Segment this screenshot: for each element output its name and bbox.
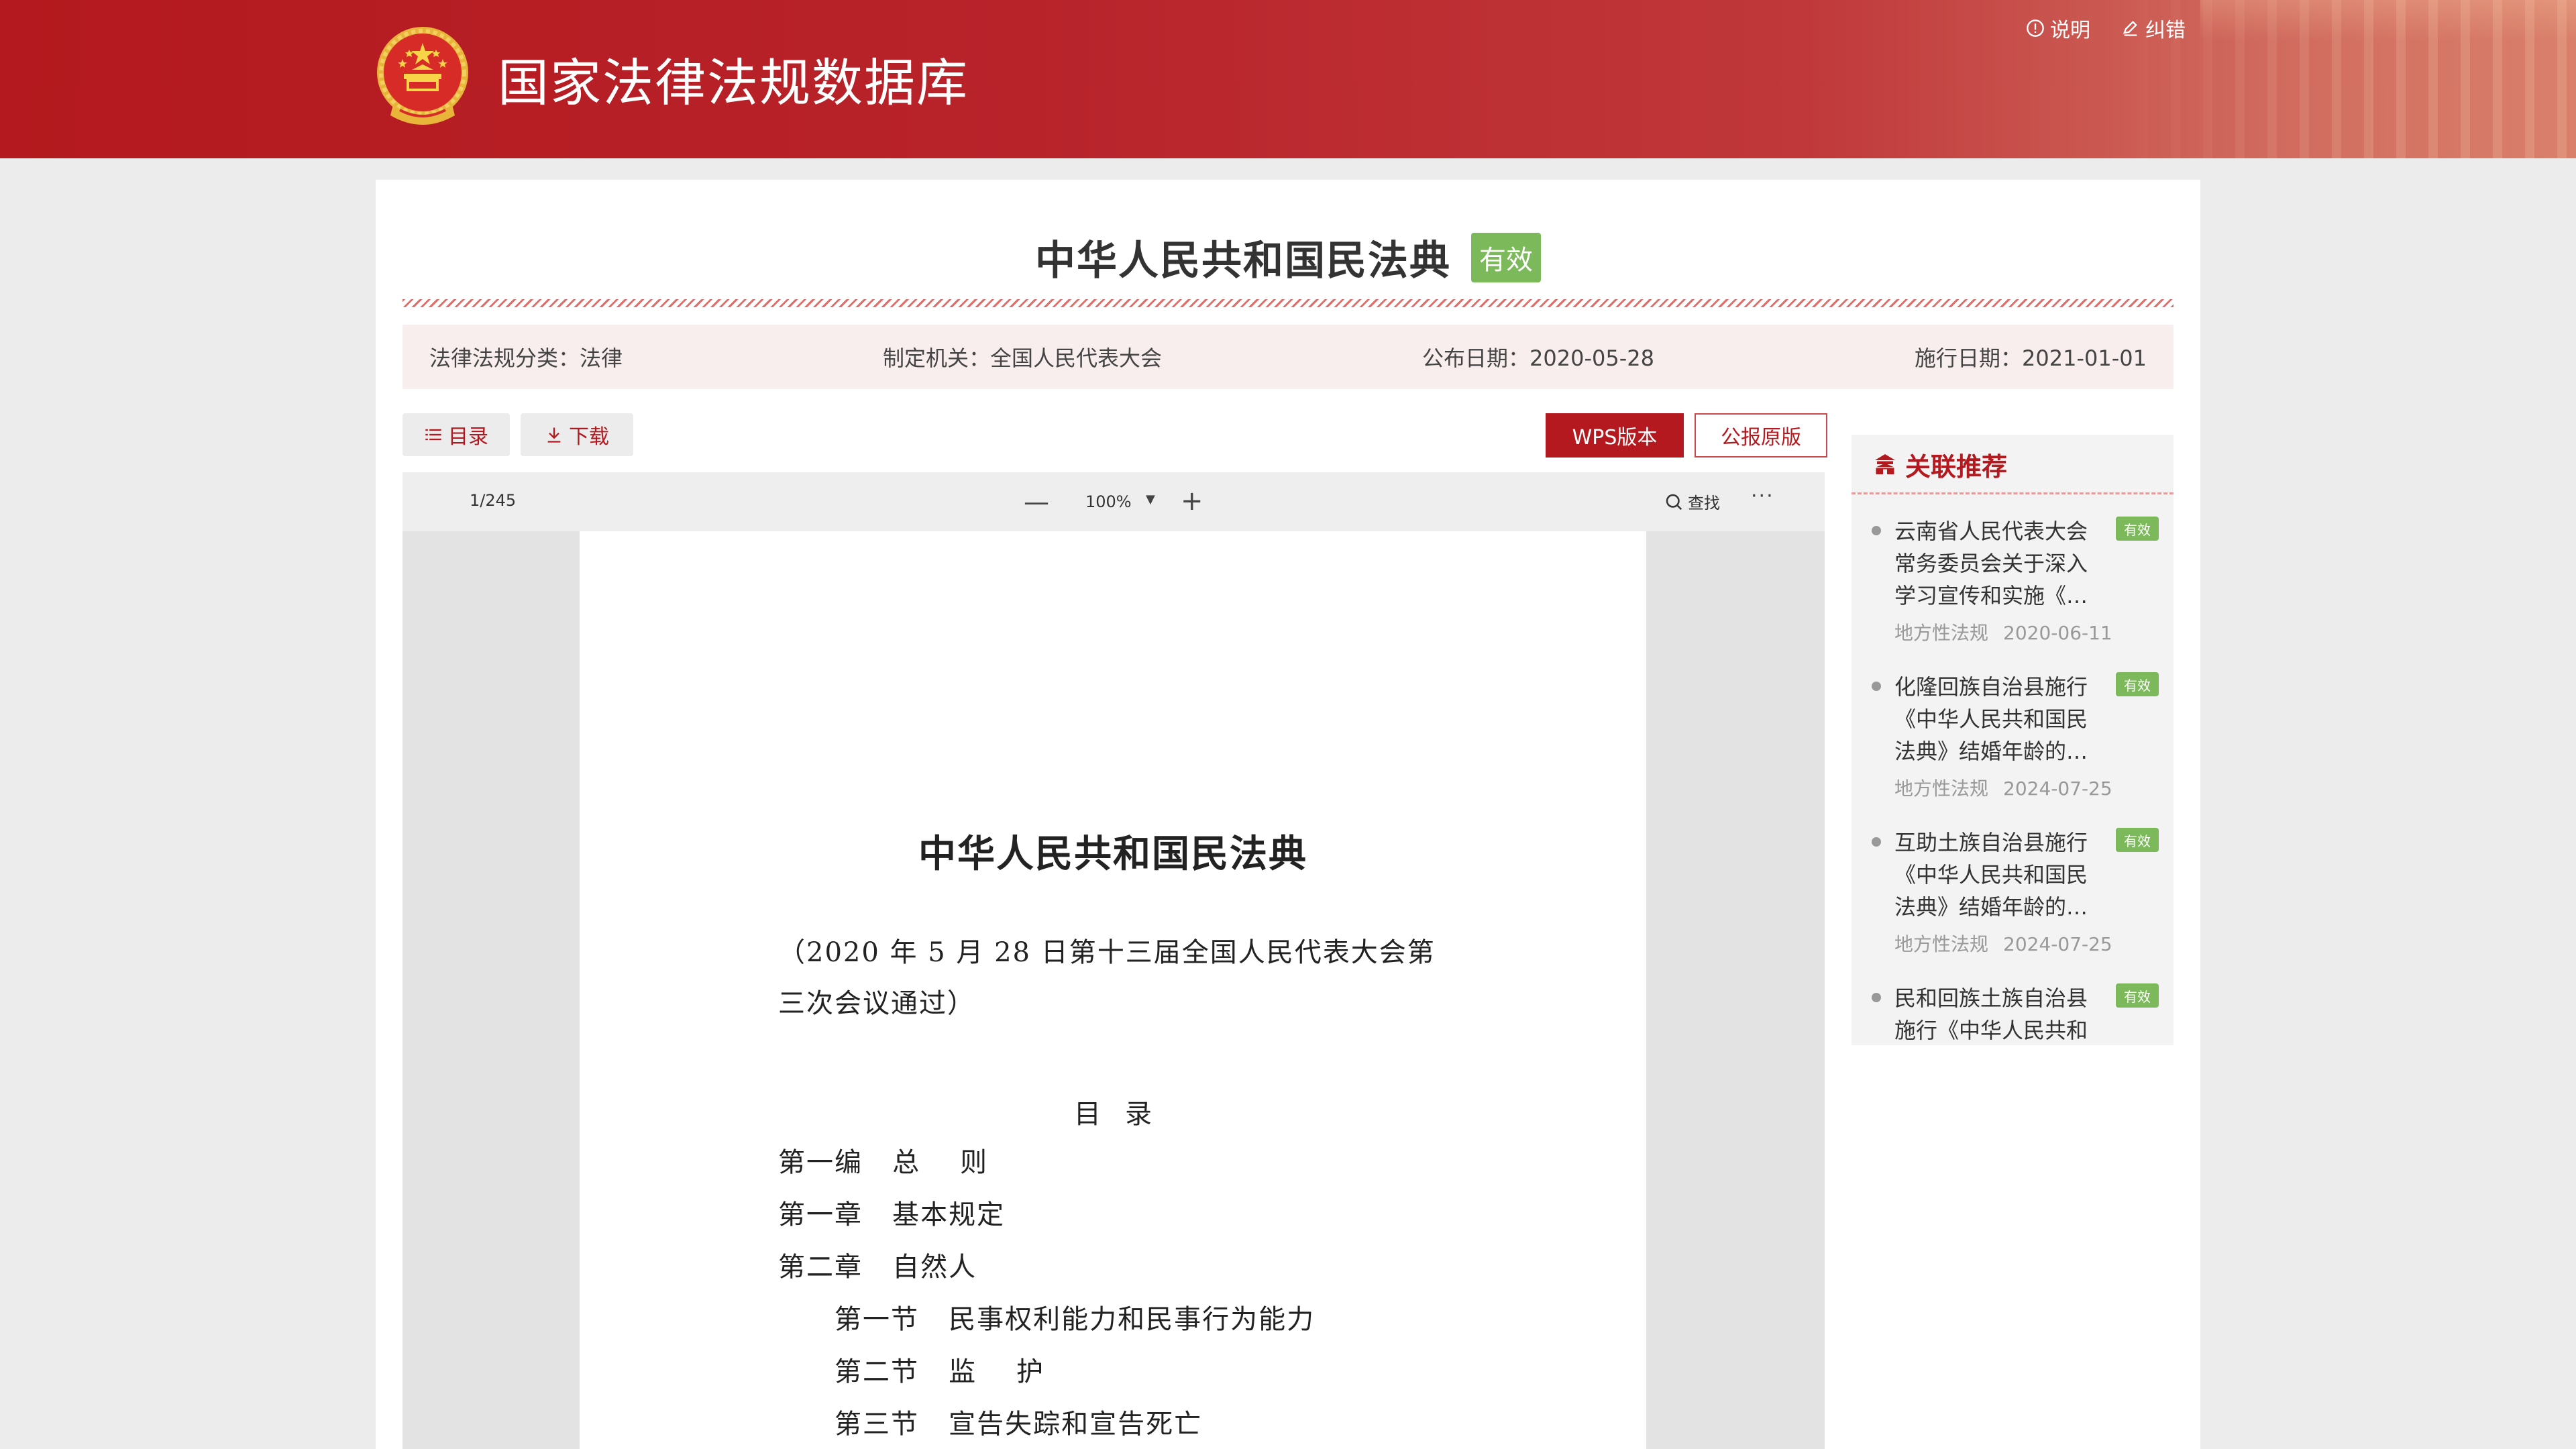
related-item-title[interactable]: 云南省人民代表大会常务委员会关于深入学习宣传和实施《… — [1894, 515, 2102, 612]
national-emblem-icon[interactable] — [373, 24, 472, 131]
bullet-icon — [1872, 837, 1881, 847]
find-button-label: 查找 — [1688, 494, 1720, 513]
document-page: 中华人民共和国民法典 （2020 年 5 月 28 日第十三届全国人民代表大会第… — [580, 531, 1646, 1449]
related-heading: 关联推荐 — [1851, 435, 2174, 494]
related-item-date: 2020-06-11 — [2003, 622, 2112, 644]
related-recommendations-panel: 关联推荐 云南省人民代表大会常务委员会关于深入学习宣传和实施《… 有效 地方性法… — [1851, 435, 2174, 1045]
toc-line: 第二节 监 护 — [835, 1356, 1045, 1387]
related-item-category: 地方性法规 — [1894, 777, 1989, 800]
help-link[interactable]: 说明 — [2026, 13, 2090, 43]
related-item-title[interactable]: 互助土族自治县施行《中华人民共和国民法典》结婚年龄的… — [1894, 826, 2102, 923]
toc-button-label: 目录 — [448, 425, 488, 449]
download-button[interactable]: 下载 — [521, 413, 633, 456]
meta-authority: 制定机关：全国人民代表大会 — [883, 345, 1163, 371]
related-item-title[interactable]: 化隆回族自治县施行《中华人民共和国民法典》结婚年龄的… — [1894, 671, 2102, 767]
meta-effective-date: 施行日期：2021-01-01 — [1915, 345, 2147, 371]
title-divider — [402, 299, 2174, 307]
status-badge: 有效 — [2116, 983, 2159, 1008]
status-badge: 有效 — [2116, 828, 2159, 852]
toc-line: 第一节 民事权利能力和民事行为能力 — [835, 1304, 1316, 1335]
meta-category: 法律法规分类：法律 — [429, 345, 623, 371]
adoption-note: （2020 年 5 月 28 日第十三届全国人民代表大会第三次会议通过） — [778, 937, 1436, 1019]
related-item-date: 2024-07-25 — [2003, 777, 2112, 800]
page-indicator: 1/245 — [470, 491, 517, 510]
status-badge: 有效 — [1471, 232, 1541, 282]
status-badge: 有效 — [2116, 672, 2159, 696]
related-item-title[interactable]: 民和回族土族自治县施行《中华人民共和 — [1894, 982, 2102, 1045]
related-item[interactable]: 民和回族土族自治县施行《中华人民共和 有效 — [1851, 978, 2174, 1045]
info-circle-icon — [2027, 19, 2044, 37]
toc-button[interactable]: 目录 — [402, 413, 510, 456]
related-heading-label: 关联推荐 — [1905, 451, 2008, 482]
download-icon — [547, 427, 561, 443]
meta-publish-date: 公布日期：2020-05-28 — [1422, 345, 1655, 371]
viewer-toolbar: 1/245 — 100% ▼ + 查找 ··· — [402, 472, 1825, 531]
edit-icon — [2123, 21, 2137, 36]
bullet-icon — [1872, 682, 1881, 691]
related-item-category: 地方性法规 — [1894, 933, 1989, 955]
bullet-icon — [1872, 993, 1881, 1002]
document-card: 中华人民共和国民法典 有效 法律法规分类：法律 制定机关：全国人民代表大会 公布… — [376, 180, 2200, 1449]
toc-line: 第一编 总 则 — [778, 1147, 989, 1178]
status-badge: 有效 — [2116, 517, 2159, 541]
report-error-link-label: 纠错 — [2145, 19, 2186, 42]
document-title: 中华人民共和国民法典 — [1035, 237, 1451, 284]
zoom-dropdown-icon[interactable]: ▼ — [1146, 492, 1155, 506]
building-roof-decoration — [2200, 0, 2576, 40]
pdf-viewer[interactable]: 1/245 — 100% ▼ + 查找 ··· 中华人民共和国民法典 （2020… — [402, 472, 1825, 1449]
site-header: 国家法律法规数据库 说明 纠错 — [0, 0, 2576, 158]
tiananmen-icon — [1875, 454, 1895, 474]
toc-heading: 目录 — [1074, 1099, 1176, 1130]
more-options-button[interactable]: ··· — [1751, 484, 1774, 508]
related-item-date: 2024-07-25 — [2003, 933, 2112, 955]
download-button-label: 下载 — [569, 425, 609, 449]
related-item-category: 地方性法规 — [1894, 622, 1989, 644]
page-title: 中华人民共和国民法典 — [918, 832, 1307, 876]
search-icon — [1666, 494, 1682, 510]
gazette-original-button[interactable]: 公报原版 — [1695, 413, 1827, 458]
find-button[interactable]: 查找 — [1664, 490, 1720, 513]
help-link-label: 说明 — [2050, 19, 2090, 42]
toc-line: 第三节 宣告失踪和宣告死亡 — [835, 1409, 1203, 1440]
related-item[interactable]: 互助土族自治县施行《中华人民共和国民法典》结婚年龄的… 有效 地方性法规 2024… — [1851, 822, 2174, 978]
wps-version-button[interactable]: WPS版本 — [1546, 413, 1684, 458]
site-title[interactable]: 国家法律法规数据库 — [498, 42, 969, 115]
related-item[interactable]: 化隆回族自治县施行《中华人民共和国民法典》结婚年龄的… 有效 地方性法规 2024… — [1851, 667, 2174, 822]
related-item-meta: 地方性法规 2024-07-25 — [1894, 930, 2112, 957]
list-icon — [425, 429, 441, 441]
related-divider — [1851, 492, 2174, 494]
zoom-in-button[interactable]: + — [1181, 486, 1203, 517]
document-title-row: 中华人民共和国民法典 有效 — [376, 228, 2200, 286]
related-item-meta: 地方性法规 2020-06-11 — [1894, 619, 2112, 645]
bullet-icon — [1872, 526, 1881, 535]
header-links: 说明 纠错 — [2026, 13, 2186, 43]
zoom-level[interactable]: 100% — [1085, 492, 1132, 511]
related-item[interactable]: 云南省人民代表大会常务委员会关于深入学习宣传和实施《… 有效 地方性法规 2020… — [1851, 511, 2174, 667]
toc-line: 第一章 基本规定 — [778, 1199, 1006, 1230]
zoom-out-button[interactable]: — — [1024, 487, 1049, 517]
report-error-link[interactable]: 纠错 — [2121, 13, 2186, 43]
document-meta-bar: 法律法规分类：法律 制定机关：全国人民代表大会 公布日期：2020-05-28 … — [402, 325, 2174, 389]
related-item-meta: 地方性法规 2024-07-25 — [1894, 774, 2112, 801]
toc-line: 第二章 自然人 — [778, 1252, 977, 1283]
